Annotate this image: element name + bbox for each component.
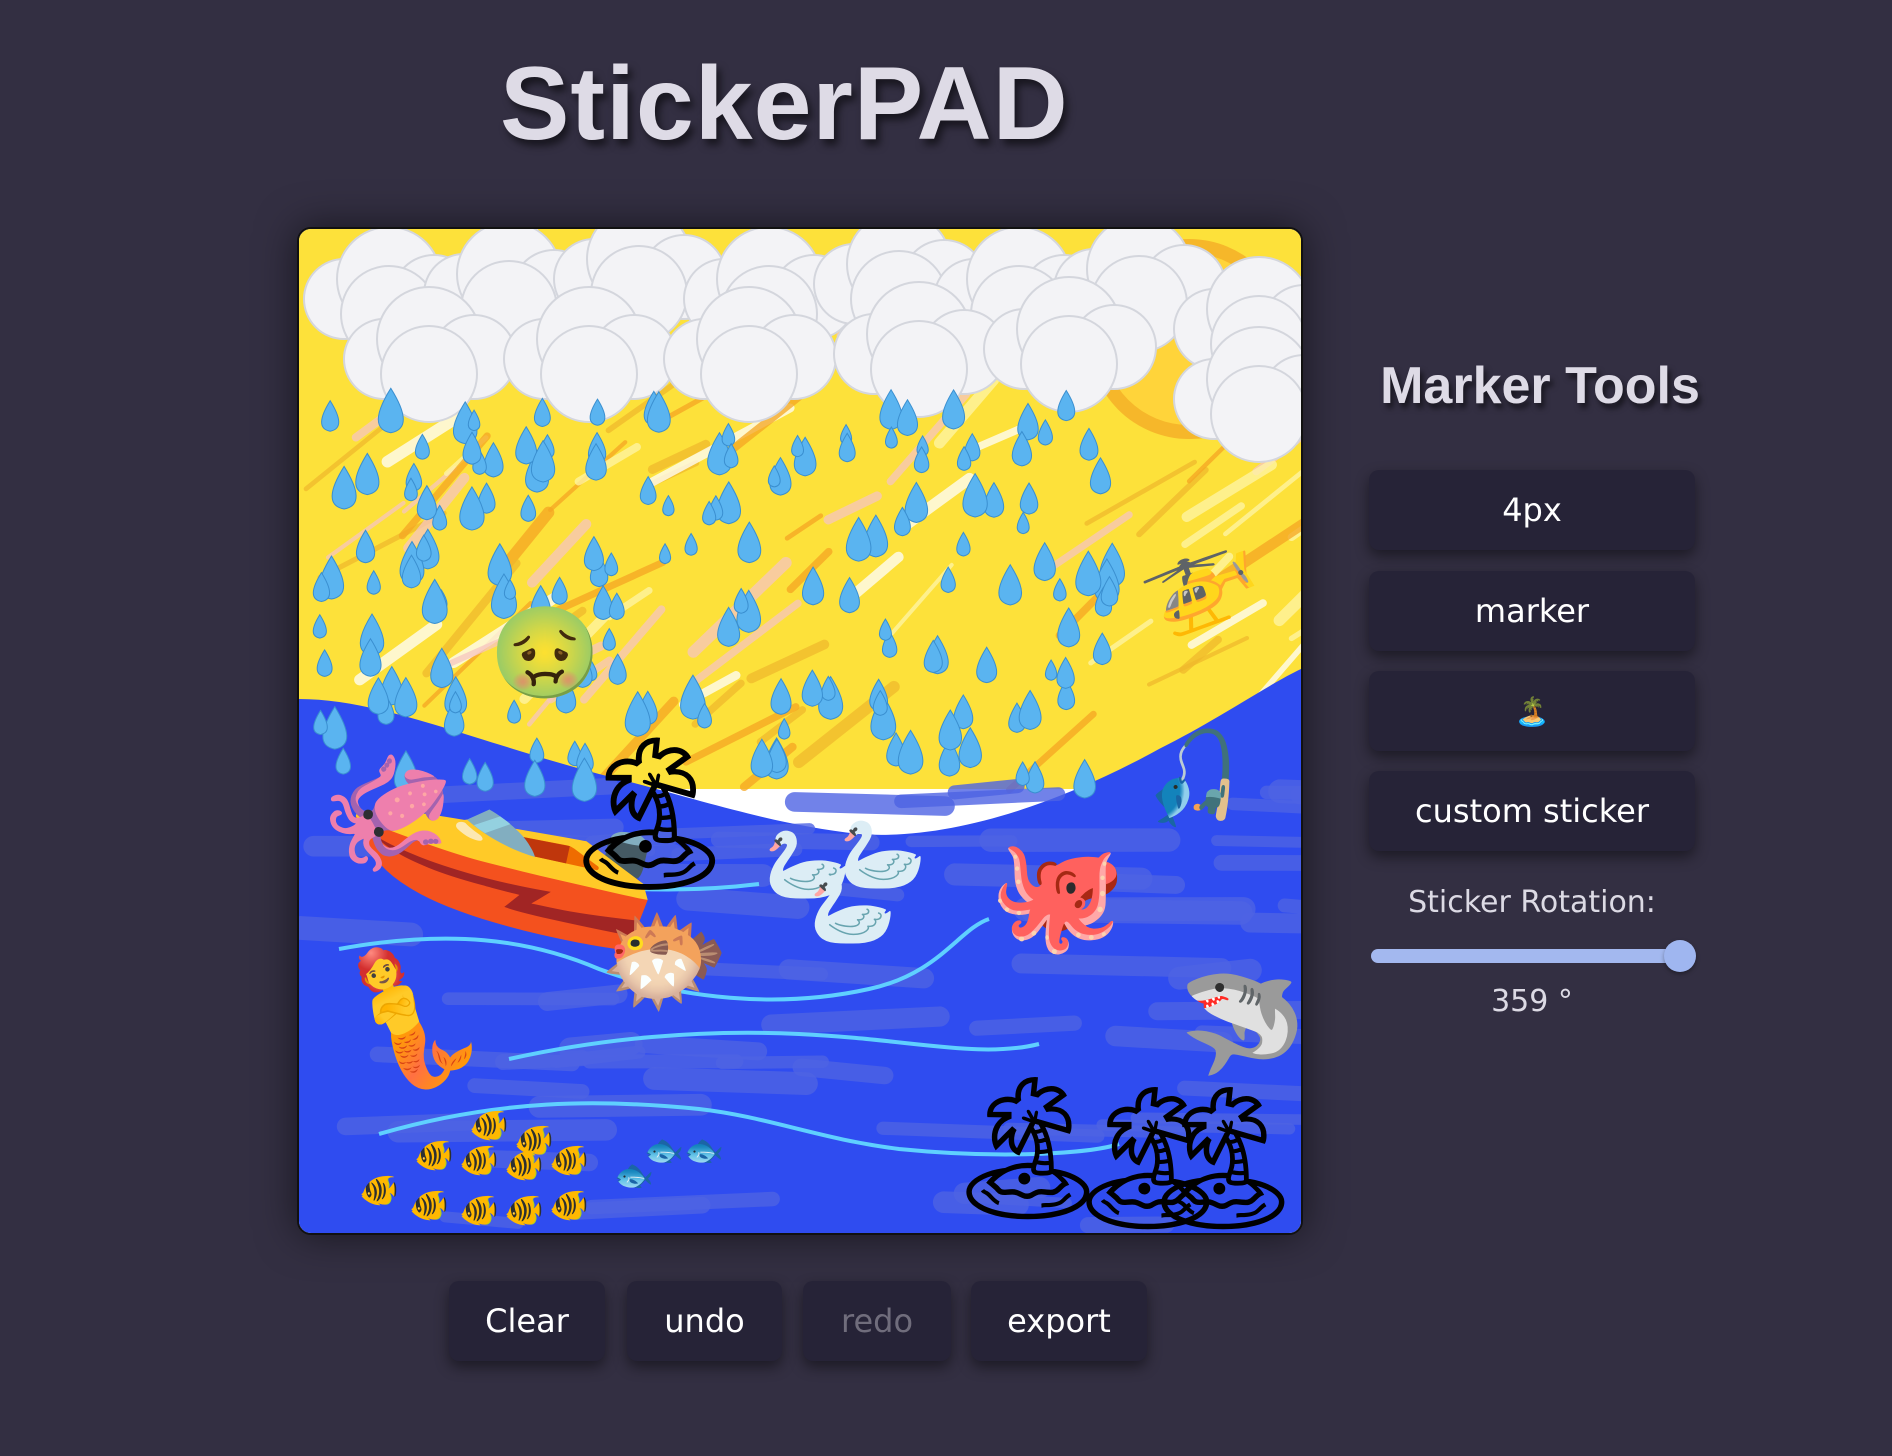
tropical-fish-sticker: 🐠 — [459, 1141, 499, 1179]
export-button[interactable]: export — [971, 1281, 1147, 1361]
sticker-rotation-slider-thumb[interactable] — [1664, 940, 1697, 972]
sea-stroke — [969, 1015, 1082, 1036]
sea-stroke — [761, 1006, 950, 1035]
tropical-fish-sticker: 🐠 — [469, 1106, 509, 1144]
fish-sticker: 🐟 — [684, 1131, 724, 1169]
island-sticker: 🏝 — [1134, 1077, 1303, 1235]
tropical-fish-sticker: 🐠 — [504, 1146, 544, 1184]
blowfish-sticker: 🐡 — [599, 900, 730, 1022]
app-title: StickerPAD — [500, 46, 1069, 162]
sea-stroke — [563, 1196, 711, 1220]
marker-tools-heading: Marker Tools — [1380, 357, 1700, 415]
tropical-fish-sticker: 🐠 — [409, 1186, 449, 1224]
tropical-fish-sticker: 🐠 — [359, 1171, 399, 1209]
sticker-rotation-label: Sticker Rotation: — [1408, 885, 1656, 920]
drawing-canvas[interactable]: 🚤 🤢 🚁 🦑 🏝 🦢 🦢 🦢 🐙 🐡 🧜 🦈 🎣 🏝 🏝 🏝 🐠 🐠 🐠 🐠 🐠 🐠 🐠 🐠… — [297, 227, 1303, 1235]
fish-sticker: 🐟 — [614, 1156, 654, 1194]
sea-stroke — [792, 1058, 894, 1085]
undo-button[interactable]: undo — [627, 1281, 782, 1361]
tropical-fish-sticker: 🐠 — [549, 1186, 589, 1224]
sticker-rotation-slider[interactable] — [1371, 949, 1681, 963]
redo-button[interactable]: redo — [803, 1281, 951, 1361]
octopus-sticker: 🐙 — [989, 830, 1126, 958]
sticker-rotation-value: 359 ° — [1491, 984, 1573, 1019]
custom-sticker-button[interactable]: custom sticker — [1369, 771, 1695, 851]
island-sticker: 🏝 — [554, 727, 745, 901]
sea-stroke — [634, 1035, 768, 1061]
marker-mode-button[interactable]: marker — [1369, 571, 1695, 651]
fishing-rowboat-sticker: 🎣 — [1127, 719, 1256, 844]
marker-size-button[interactable]: 4px — [1369, 470, 1695, 550]
sticker-select-button[interactable]: 🏝️ — [1369, 671, 1695, 751]
sea-stroke — [643, 1067, 818, 1095]
tropical-fish-sticker: 🐠 — [414, 1136, 454, 1174]
sea-stroke — [1240, 912, 1301, 934]
sea-stroke — [467, 1078, 590, 1099]
clear-button[interactable]: Clear — [449, 1281, 605, 1361]
sick-captain-sticker: 🤢 — [489, 601, 602, 706]
sea-stroke — [1259, 785, 1301, 800]
tropical-fish-sticker: 🐠 — [504, 1191, 544, 1229]
island-icon: 🏝️ — [1514, 694, 1550, 728]
tropical-fish-sticker: 🐠 — [549, 1141, 589, 1179]
sea-stroke — [1211, 835, 1301, 848]
swan-sticker: 🦢 — [809, 868, 897, 950]
sea-stroke — [894, 787, 1066, 809]
squid-sticker: 🦑 — [304, 734, 471, 894]
sea-stroke — [1277, 898, 1301, 914]
tropical-fish-sticker: 🐠 — [459, 1191, 499, 1229]
